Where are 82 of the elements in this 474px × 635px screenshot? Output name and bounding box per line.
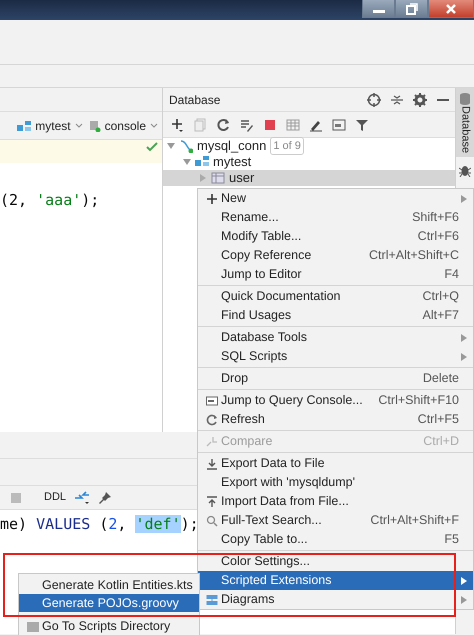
- side-tab[interactable]: Database: [456, 88, 474, 158]
- shortcut-label: Shift+F6: [412, 209, 459, 226]
- shortcut-label: F5: [444, 531, 459, 548]
- menu-item[interactable]: Drop Delete: [198, 369, 473, 388]
- shortcut-label: Ctrl+F6: [418, 228, 459, 246]
- menu-item[interactable]: Export with 'mysqldump': [198, 473, 473, 492]
- ddl-button[interactable]: DDL: [44, 489, 66, 506]
- menu-item[interactable]: Go To Scripts Directory: [19, 618, 199, 635]
- tree-row[interactable]: user: [163, 170, 455, 186]
- download-icon: [206, 458, 218, 470]
- upload-icon: [206, 496, 218, 508]
- shortcut-label: Ctrl+Alt+Shift+C: [369, 247, 459, 264]
- console-icon[interactable]: [332, 118, 346, 132]
- schema-icon: [195, 155, 209, 169]
- menu-item[interactable]: Find Usages Alt+F7: [198, 306, 473, 325]
- filter-icon[interactable]: [355, 118, 369, 132]
- compare-arrows-icon[interactable]: [74, 490, 90, 504]
- submenu-arrow-icon: [461, 576, 467, 584]
- menu-item[interactable]: Full-Text Search... Ctrl+Alt+Shift+F: [198, 511, 473, 530]
- restore-button[interactable]: [406, 2, 418, 14]
- bug-icon[interactable]: [459, 163, 471, 178]
- search-icon: [206, 514, 218, 526]
- close-button[interactable]: [445, 2, 457, 14]
- submenu-arrow-icon: [461, 334, 467, 342]
- menu-item[interactable]: Generate POJOs.groovy: [19, 594, 199, 612]
- count-label: 1 of 9: [270, 136, 304, 156]
- collapse-icon[interactable]: [391, 92, 403, 106]
- console-dropdown[interactable]: console: [88, 116, 158, 134]
- tree-row[interactable]: mytest: [163, 154, 455, 170]
- plus-icon: [206, 192, 218, 204]
- settings-icon[interactable]: [413, 92, 427, 106]
- submenu-arrow-icon: [461, 596, 467, 604]
- menu-item[interactable]: Color Settings...: [198, 552, 473, 571]
- caret-icon: [150, 122, 158, 128]
- refresh-icon[interactable]: [217, 118, 231, 132]
- schema-edit-icon[interactable]: [240, 118, 254, 132]
- menu-item[interactable]: Generate Kotlin Entities.kts: [19, 576, 199, 594]
- connection-icon: [179, 139, 193, 153]
- menu-item[interactable]: Import Data from File...: [198, 492, 473, 511]
- menu-item[interactable]: Rename... Shift+F6: [198, 208, 473, 227]
- compare-icon: [206, 436, 218, 448]
- caret-icon: [74, 122, 83, 128]
- add-icon[interactable]: [171, 118, 185, 132]
- menu-item[interactable]: Diagrams: [198, 590, 473, 609]
- menu-item[interactable]: Jump to Query Console... Ctrl+Shift+F10: [198, 391, 473, 410]
- menu-item[interactable]: Copy Reference Ctrl+Alt+Shift+C: [198, 246, 473, 265]
- code-line: (2, 'aaa');: [0, 190, 100, 211]
- menu-item[interactable]: Scripted Extensions: [198, 571, 473, 590]
- console-icon: [88, 120, 101, 132]
- shortcut-label: Alt+F7: [422, 307, 459, 324]
- menu-item[interactable]: Database Tools: [198, 328, 473, 347]
- menu-item[interactable]: Jump to Editor F4: [198, 265, 473, 284]
- refresh-icon: [206, 414, 218, 426]
- pin-icon[interactable]: [98, 490, 112, 504]
- menu-item[interactable]: Modify Table... Ctrl+F6: [198, 227, 473, 246]
- shortcut-label: F4: [444, 266, 459, 284]
- menu-item[interactable]: New: [198, 189, 473, 208]
- menu-item[interactable]: Copy Table to... F5: [198, 530, 473, 549]
- menu-item[interactable]: Refresh Ctrl+F5: [198, 410, 473, 429]
- shortcut-label: Ctrl+Alt+Shift+F: [370, 512, 459, 530]
- submenu-arrow-icon: [461, 352, 467, 360]
- panel-title: Database: [169, 92, 220, 108]
- check-icon: [146, 142, 158, 152]
- menu-item[interactable]: SQL Scripts: [198, 347, 473, 366]
- diagram-icon: [206, 594, 218, 606]
- shortcut-label: Ctrl+Q: [422, 288, 459, 306]
- shortcut-label: Delete: [422, 370, 459, 388]
- table-icon[interactable]: [286, 118, 300, 132]
- submenu-arrow-icon: [461, 194, 467, 202]
- shortcut-label: Ctrl+F5: [418, 411, 459, 428]
- tree-row[interactable]: mysql_conn 1 of 9: [163, 138, 455, 154]
- table-icon: [211, 171, 225, 185]
- menu-item[interactable]: Quick Documentation Ctrl+Q: [198, 287, 473, 306]
- console-icon: [206, 394, 218, 406]
- crosshair-icon[interactable]: [367, 92, 381, 106]
- schema-dropdown[interactable]: mytest: [17, 116, 83, 134]
- stop-icon[interactable]: [263, 118, 277, 132]
- menu-item[interactable]: Export Data to File: [198, 454, 473, 473]
- schema-icon: [17, 120, 32, 132]
- database-icon: [459, 92, 471, 106]
- shortcut-label: Ctrl+D: [423, 433, 459, 450]
- shortcut-label: Ctrl+Shift+F10: [378, 392, 459, 410]
